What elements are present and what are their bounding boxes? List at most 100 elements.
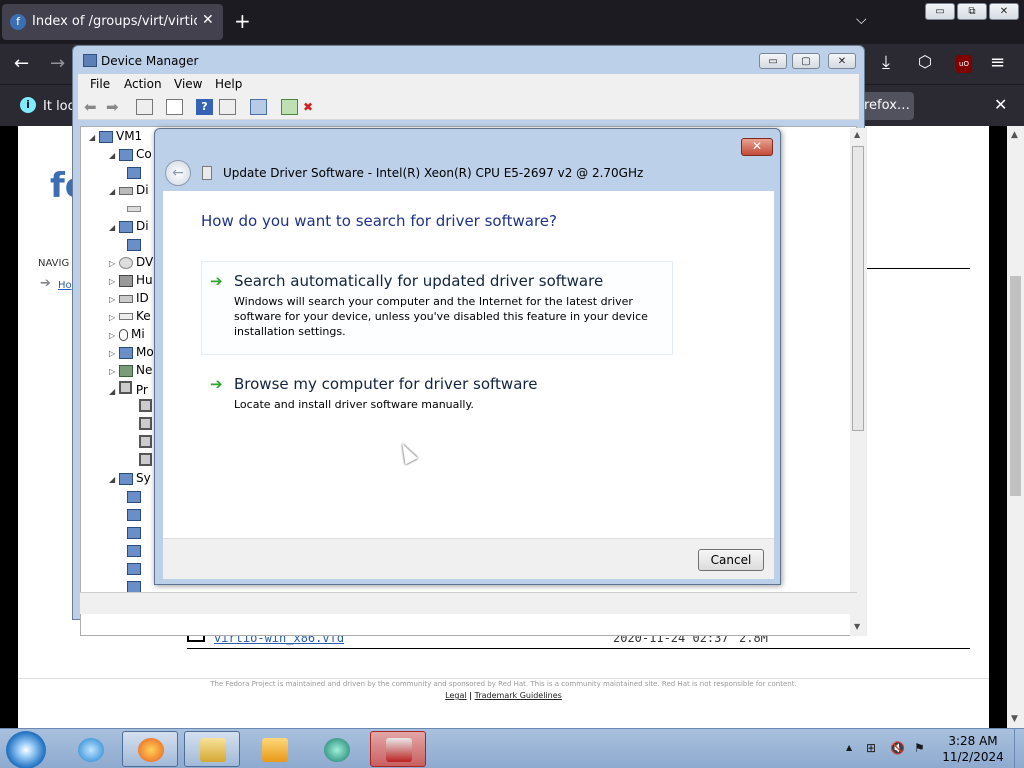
tray-chevron-icon[interactable]: ▲ xyxy=(846,743,852,752)
scroll-up-icon[interactable]: ▲ xyxy=(854,130,860,139)
scroll-down-icon[interactable]: ▼ xyxy=(854,622,860,631)
tree-subitem[interactable] xyxy=(127,507,144,521)
taskbar-device-manager[interactable] xyxy=(370,731,426,767)
tree-item[interactable]: ◢ Pr xyxy=(109,381,148,397)
tree-subitem[interactable] xyxy=(139,399,152,415)
tree-subitem[interactable] xyxy=(127,579,144,593)
restore-button[interactable]: ⧉ xyxy=(957,3,987,20)
tree-subitem[interactable] xyxy=(127,525,144,539)
close-button[interactable]: ✕ xyxy=(828,53,856,69)
tree-subitem[interactable] xyxy=(127,561,144,575)
menu-icon[interactable]: ≡ xyxy=(990,52,1005,73)
menu-help[interactable]: Help xyxy=(215,77,242,91)
start-button[interactable] xyxy=(6,731,46,768)
expander-icon[interactable]: ▷ xyxy=(109,313,115,322)
expander-icon[interactable]: ◢ xyxy=(89,133,95,142)
tree-item[interactable]: ◢ Co xyxy=(109,147,152,161)
expander-icon[interactable]: ▷ xyxy=(109,331,115,340)
action-pane-icon[interactable] xyxy=(219,99,236,115)
notification-close-icon[interactable]: ✕ xyxy=(994,95,1007,114)
tree-subitem[interactable] xyxy=(139,453,152,469)
browser-tab[interactable]: f Index of /groups/virt/virtio-win ✕ xyxy=(2,4,223,40)
expander-icon[interactable]: ▷ xyxy=(109,349,115,358)
tree-item[interactable]: ▷ Ke xyxy=(109,309,151,323)
expander-icon[interactable]: ◢ xyxy=(109,151,115,160)
expander-icon[interactable]: ▷ xyxy=(109,367,115,376)
show-hide-console-tree-icon[interactable] xyxy=(136,99,153,115)
green-arrow-icon: ➔ xyxy=(210,272,223,290)
cancel-button[interactable]: Cancel xyxy=(698,549,764,571)
tree-item-root[interactable]: ◢ VM1 xyxy=(89,129,142,143)
expander-icon[interactable]: ▷ xyxy=(109,277,115,286)
tree-item[interactable]: ◢ Di xyxy=(109,219,149,233)
taskbar-internet-explorer[interactable] xyxy=(62,731,118,767)
arrow-left-icon[interactable]: ← xyxy=(14,53,29,74)
forward-icon[interactable]: ➡ xyxy=(106,99,123,115)
tree-item[interactable]: ▷ Mi xyxy=(109,327,145,341)
taskbar-media-player[interactable] xyxy=(246,731,302,767)
expander-icon[interactable]: ▷ xyxy=(109,259,115,268)
taskbar-app[interactable] xyxy=(308,731,364,767)
search-automatically-option[interactable]: ➔ Search automatically for updated drive… xyxy=(201,261,673,355)
tree-item[interactable]: ◢ Di xyxy=(109,183,149,197)
tree-subitem[interactable] xyxy=(127,165,144,179)
tree-item[interactable]: ◢ Sy xyxy=(109,471,151,485)
minimize-button[interactable]: ▭ xyxy=(759,53,787,69)
tab-close-icon[interactable]: ✕ xyxy=(202,12,214,28)
chevron-down-icon[interactable]: ⌵ xyxy=(856,12,867,28)
arrow-right-icon[interactable]: → xyxy=(50,53,65,74)
new-tab-icon[interactable]: + xyxy=(234,9,251,33)
maximize-button[interactable]: ▢ xyxy=(792,53,820,69)
action-center-flag-icon[interactable]: ⚑ xyxy=(914,741,925,755)
download-icon[interactable]: ⤓ xyxy=(882,52,890,73)
menu-view[interactable]: View xyxy=(174,77,202,91)
home-link[interactable]: Ho xyxy=(58,280,72,291)
tree-item[interactable]: ▷ DV xyxy=(109,255,153,269)
taskbar-file-explorer[interactable] xyxy=(184,731,240,767)
tree-subitem[interactable] xyxy=(127,201,144,215)
tree-subitem[interactable] xyxy=(127,543,144,557)
menu-action[interactable]: Action xyxy=(124,77,162,91)
ublock-icon[interactable]: uO xyxy=(956,55,972,73)
expander-icon[interactable]: ◢ xyxy=(109,223,115,232)
back-icon[interactable]: ⬅ xyxy=(84,99,101,115)
page-scrollbar[interactable]: ▲ ▼ xyxy=(1007,126,1024,728)
taskbar-clock[interactable]: 3:28 AM 11/2/2024 xyxy=(938,733,1008,765)
update-driver-icon[interactable] xyxy=(281,99,298,115)
scroll-down-icon[interactable]: ▼ xyxy=(1011,714,1018,724)
extensions-icon[interactable]: ⬡ xyxy=(918,52,932,71)
scroll-up-icon[interactable]: ▲ xyxy=(1011,130,1018,140)
tree-subitem[interactable] xyxy=(139,435,152,451)
tree-item[interactable]: ▷ Hu xyxy=(109,273,153,287)
tree-item[interactable]: ▷ Mo xyxy=(109,345,154,359)
close-button[interactable]: ✕ xyxy=(989,3,1019,20)
expander-icon[interactable]: ◢ xyxy=(109,387,115,396)
menu-file[interactable]: File xyxy=(90,77,110,91)
properties-icon[interactable] xyxy=(166,99,183,115)
scrollbar-thumb[interactable] xyxy=(1010,276,1021,496)
uninstall-icon[interactable]: ✖ xyxy=(303,99,320,115)
expander-icon[interactable]: ◢ xyxy=(109,475,115,484)
tree-scrollbar[interactable]: ▲ ▼ xyxy=(850,128,867,636)
close-icon[interactable]: ✕ xyxy=(741,138,773,156)
tree-subitem[interactable] xyxy=(127,237,144,251)
tree-item[interactable]: ▷ ID xyxy=(109,291,149,305)
browse-computer-option[interactable]: ➔ Browse my computer for driver software… xyxy=(201,364,673,424)
trademark-link[interactable]: Trademark Guidelines xyxy=(475,691,562,700)
back-arrow-icon[interactable]: ← xyxy=(165,160,191,186)
tree-subitem[interactable] xyxy=(127,489,144,503)
tree-subitem[interactable] xyxy=(139,417,152,433)
expander-icon[interactable]: ◢ xyxy=(109,187,115,196)
help-icon[interactable]: ? xyxy=(196,99,213,115)
taskbar-firefox[interactable] xyxy=(122,731,178,767)
scan-hardware-icon[interactable] xyxy=(250,99,267,115)
show-desktop-button[interactable] xyxy=(1014,729,1024,768)
notification-action-button[interactable]: refox… xyxy=(858,92,914,120)
scrollbar-thumb[interactable] xyxy=(852,146,864,431)
minimize-button[interactable]: ▭ xyxy=(925,3,955,20)
network-icon[interactable]: ⊞ xyxy=(866,741,876,755)
tree-item[interactable]: ▷ Ne xyxy=(109,363,152,377)
expander-icon[interactable]: ▷ xyxy=(109,295,115,304)
volume-muted-icon[interactable]: 🔇 xyxy=(890,741,905,755)
legal-link[interactable]: Legal xyxy=(445,691,466,700)
